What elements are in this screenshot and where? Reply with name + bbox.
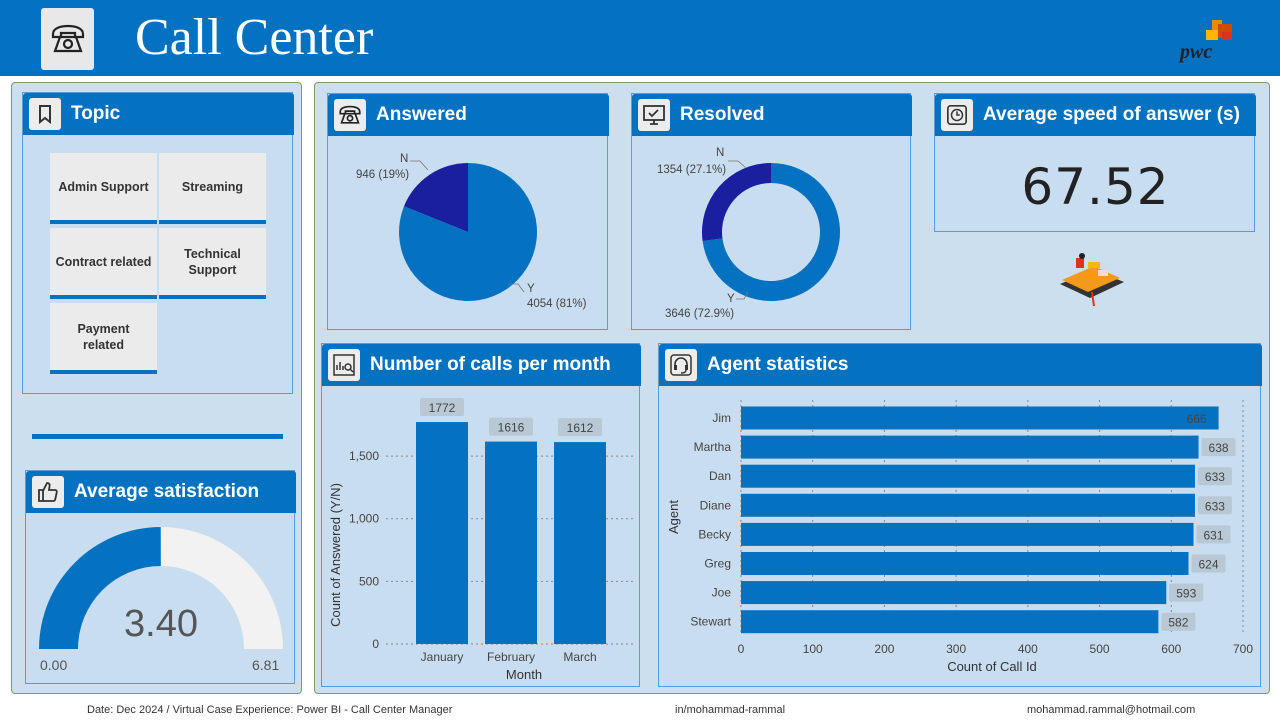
bar-joe <box>741 581 1167 605</box>
footer-email[interactable]: mohammad.rammal@hotmail.com <box>1027 704 1195 716</box>
y-tick-label: Becky <box>698 527 731 541</box>
calls-title: Number of calls per month <box>370 354 611 375</box>
y-tick-label: Martha <box>694 440 732 454</box>
speed-title: Average speed of answer (s) <box>983 104 1240 125</box>
topic-contract-related[interactable]: Contract related <box>50 228 157 299</box>
resolved-y-label: Y <box>727 293 735 305</box>
x-tick-label: 700 <box>1233 642 1253 656</box>
telephone-icon <box>41 8 94 70</box>
bar-becky <box>741 522 1194 546</box>
speed-card: Average speed of answer (s) 67.52 <box>934 93 1256 232</box>
y-tick-label: Joe <box>712 586 732 600</box>
topic-title: Topic <box>71 103 121 124</box>
x-tick-label: 300 <box>946 642 966 656</box>
y-tick-label: Dan <box>709 469 731 483</box>
y-axis-title: Count of Answered (Y/N) <box>328 483 343 627</box>
data-label: 633 <box>1205 499 1225 513</box>
y-tick-label: Greg <box>704 557 731 571</box>
x-tick-label: March <box>563 650 596 664</box>
y-tick-label: Stewart <box>690 615 731 629</box>
chart-search-icon <box>328 349 360 381</box>
bar-stewart <box>741 610 1159 634</box>
topic-card: Topic Admin Support Streaming Contract r… <box>22 92 294 394</box>
resolved-donut <box>702 160 840 301</box>
resolved-card: Resolved N 1354 (27.1%) Y 3646 (72.9%) <box>631 93 912 330</box>
x-axis-title: Count of Call Id <box>947 659 1037 674</box>
topic-streaming[interactable]: Streaming <box>159 153 266 224</box>
resolved-n-value: 1354 (27.1%) <box>657 164 727 176</box>
agents-card: Agent statistics 0 100 200 300 400 500 600 700 J… <box>658 343 1262 687</box>
bar-greg <box>741 552 1189 575</box>
topic-admin-support[interactable]: Admin Support <box>50 153 157 224</box>
bar-january <box>416 422 468 644</box>
y-tick-label: 0 <box>372 637 379 651</box>
y-tick-label: 1,000 <box>349 512 379 526</box>
resolved-y-value: 3646 (72.9%) <box>665 308 735 320</box>
gauge-min-label: 0.00 <box>40 657 68 673</box>
data-label: 1612 <box>567 421 594 435</box>
topic-payment-related[interactable]: Payment related <box>50 303 157 374</box>
resolved-n-label: N <box>716 147 725 159</box>
topic-technical-support[interactable]: Technical Support <box>159 228 266 299</box>
answered-pie <box>399 160 537 301</box>
gauge-max-label: 6.81 <box>252 657 280 673</box>
calls-card: Number of calls per month 0 500 1,000 1,500… <box>321 343 641 687</box>
x-tick-label: 600 <box>1161 642 1181 656</box>
x-tick-label: February <box>487 650 535 664</box>
bookmark-icon <box>29 98 61 130</box>
y-tick-label: 500 <box>359 574 379 588</box>
satisfaction-card: Average satisfaction 3.40 0.00 6.81 <box>25 470 296 684</box>
answered-y-value: 4054 (81%) <box>527 298 587 310</box>
app-title: Call Center <box>135 9 374 66</box>
data-label: 624 <box>1198 558 1218 572</box>
footer-date: Date: Dec 2024 / Virtual Case Experience… <box>87 704 453 716</box>
data-label: 1772 <box>429 401 456 415</box>
bar-february <box>485 441 537 644</box>
satisfaction-value: 3.40 <box>124 603 198 645</box>
answered-y-label: Y <box>527 283 535 295</box>
bar-diane <box>741 493 1195 517</box>
x-tick-label: 400 <box>1018 642 1038 656</box>
thumbs-up-icon <box>32 476 64 508</box>
bar-martha <box>741 435 1199 459</box>
calls-chart: 0 500 1,000 1,500 1772 January 1616 February 161… <box>328 398 634 682</box>
data-label: 1616 <box>498 421 525 435</box>
clock-icon <box>941 99 973 131</box>
answered-n-value: 946 (19%) <box>356 169 410 181</box>
data-label: 582 <box>1168 616 1188 630</box>
bar-march <box>554 442 606 644</box>
data-label: 666 <box>1187 412 1207 426</box>
call-center-illustration <box>1054 252 1126 308</box>
y-tick-label: Diane <box>700 498 732 512</box>
pwc-logo: pwc <box>1176 18 1236 64</box>
bar-jim <box>741 406 1219 430</box>
x-tick-label: 100 <box>803 642 823 656</box>
answered-n-label: N <box>400 153 409 165</box>
agents-title: Agent statistics <box>707 354 849 375</box>
speed-value: 67.52 <box>1021 158 1170 216</box>
data-label: 593 <box>1176 587 1196 601</box>
satisfaction-title: Average satisfaction <box>74 481 260 502</box>
y-tick-label: 1,500 <box>349 449 379 463</box>
bar-dan <box>741 464 1195 488</box>
x-tick-label: 0 <box>738 642 745 656</box>
agents-chart: 0 100 200 300 400 500 600 700 Jim 666 Martha 638 Dan… <box>666 400 1253 674</box>
x-tick-label: 200 <box>874 642 894 656</box>
footer-linkedin[interactable]: in/mohammad-rammal <box>675 704 785 716</box>
y-axis-title: Agent <box>666 500 681 534</box>
data-label: 631 <box>1204 528 1224 542</box>
x-tick-label: January <box>421 650 464 664</box>
x-axis-title: Month <box>506 667 542 682</box>
divider <box>32 434 283 439</box>
data-label: 633 <box>1205 470 1225 484</box>
x-tick-label: 500 <box>1090 642 1110 656</box>
y-tick-label: Jim <box>712 411 731 425</box>
svg-text:pwc: pwc <box>1178 41 1212 63</box>
data-label: 638 <box>1209 441 1229 455</box>
headset-icon <box>665 349 697 381</box>
answered-card: Answered N 946 (19%) Y 4054 (81%) <box>327 93 609 330</box>
